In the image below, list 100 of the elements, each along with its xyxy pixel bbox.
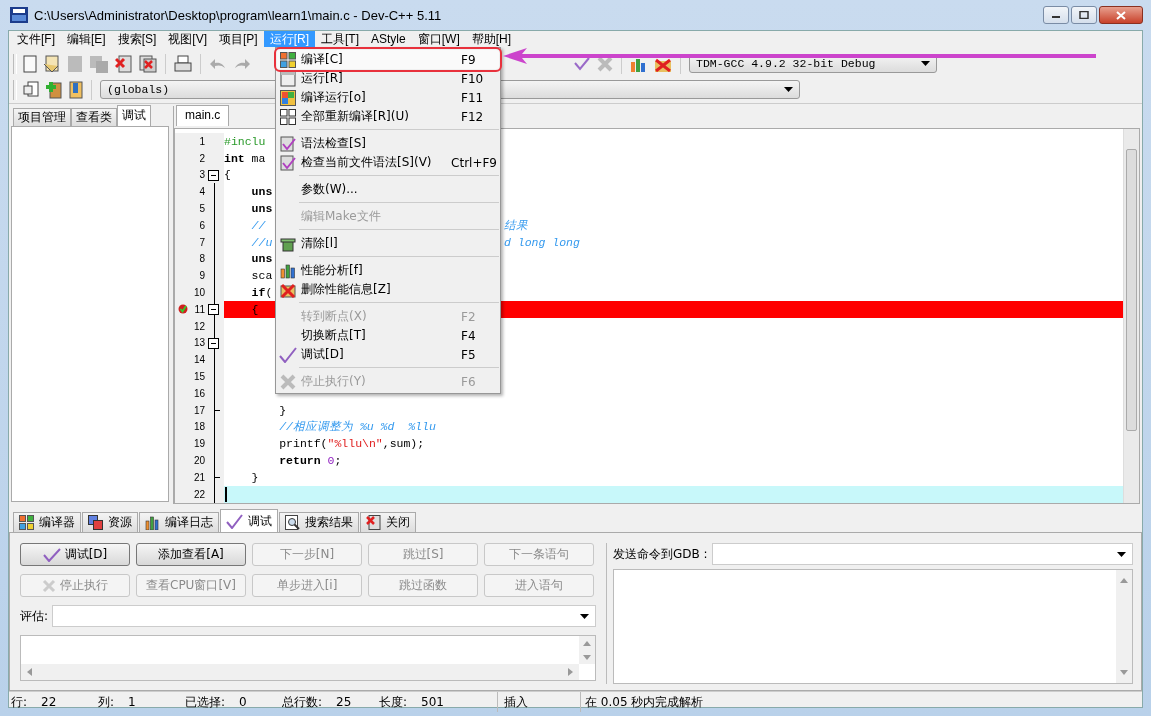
panel-tab[interactable]: 调试: [117, 105, 151, 126]
gdb-command-field[interactable]: [711, 543, 1133, 565]
status-value: 1: [128, 695, 136, 709]
scroll-right-icon[interactable]: [568, 668, 573, 676]
check-icon: [42, 547, 61, 562]
debug-button[interactable]: 添加查看[A]: [136, 543, 246, 566]
menu-item[interactable]: 视图[V]: [162, 31, 213, 47]
panel-tab[interactable]: 调试: [220, 509, 278, 532]
menu-item[interactable]: 窗口[W]: [411, 31, 466, 47]
new-file-icon[interactable]: [23, 54, 37, 73]
book-icon[interactable]: [69, 80, 83, 99]
menu-item[interactable]: 工具[T]: [315, 31, 366, 47]
check-icon: [226, 513, 243, 529]
debug-button[interactable]: 调试[D]: [20, 543, 130, 566]
line-number: 3: [198, 169, 205, 181]
scroll-down-icon[interactable]: [1120, 670, 1128, 675]
menu-item[interactable]: 帮助[H]: [465, 31, 518, 47]
code-text: //: [250, 218, 266, 232]
menu-item[interactable]: AStyle: [365, 31, 412, 47]
stop-icon[interactable]: [597, 55, 613, 72]
panel-tab[interactable]: 查看类: [71, 108, 117, 126]
code-text: #inclu: [224, 134, 266, 148]
fold-marker[interactable]: [208, 303, 219, 315]
menu-item[interactable]: 全部重新编译[R](U) F12: [277, 107, 499, 126]
menu-item[interactable]: 删除性能信息[Z]: [277, 280, 499, 299]
caret-icon: [921, 61, 930, 66]
checked-page-icon: [280, 135, 296, 152]
close-button[interactable]: [1099, 6, 1143, 24]
line-number: 1: [198, 135, 205, 147]
project-icon[interactable]: [23, 80, 39, 99]
add-file-icon[interactable]: [45, 80, 63, 99]
code-text: {: [224, 168, 231, 182]
app-icon: [10, 7, 28, 23]
four-squares-icon: [19, 515, 34, 530]
four-squares-icon: [280, 108, 296, 125]
menu-item[interactable]: 文件[F]: [11, 31, 61, 47]
code-text: int ma: [224, 151, 266, 165]
line-number: 2: [198, 152, 205, 164]
close-file-icon[interactable]: [115, 54, 133, 73]
panel-tab[interactable]: 搜索结果: [279, 512, 359, 532]
panel-tab[interactable]: 项目管理: [13, 108, 71, 126]
code-text: printf("%llu\n",sum);: [278, 437, 425, 451]
scroll-up-icon[interactable]: [583, 640, 591, 646]
status-label: 已选择:: [185, 693, 226, 711]
menu-item[interactable]: 编译[C] F9: [277, 50, 499, 69]
panel-tab[interactable]: 编译器: [13, 512, 81, 532]
panel-tab[interactable]: 编译日志: [139, 512, 219, 532]
code-text: 结果: [504, 217, 528, 233]
panel-tab[interactable]: 资源: [82, 512, 138, 532]
scrollbar[interactable]: [1123, 129, 1139, 503]
fold-marker[interactable]: [208, 169, 219, 181]
menu-item[interactable]: 编译运行[o] F11: [277, 88, 499, 107]
code-text: return 0;: [278, 454, 342, 468]
check-icon[interactable]: [573, 55, 591, 72]
menu-item[interactable]: 调试[D] F5: [277, 345, 499, 364]
status-label: 总行数:: [282, 693, 323, 711]
menu-item[interactable]: 运行[R] F10: [277, 69, 499, 88]
caret-icon: [580, 613, 589, 619]
menu-item[interactable]: 检查当前文件语法[S](V) Ctrl+F9: [277, 153, 499, 172]
status-value: 25: [336, 695, 352, 709]
scroll-down-icon[interactable]: [583, 654, 591, 660]
minimize-button[interactable]: [1043, 6, 1069, 24]
menu-item[interactable]: 切换断点[T] F4: [277, 326, 499, 345]
maximize-button[interactable]: [1071, 6, 1097, 24]
code-text: uns: [250, 252, 273, 266]
breakpoint-icon[interactable]: [178, 304, 188, 315]
menu-item[interactable]: 语法检查[S]: [277, 134, 499, 153]
line-number: 8: [198, 253, 205, 265]
menu-item[interactable]: 性能分析[f]: [277, 261, 499, 280]
line-number: 5: [198, 203, 205, 215]
file-tab[interactable]: main.c: [176, 105, 230, 126]
menu-item[interactable]: 项目[P]: [213, 31, 264, 47]
line-number: 7: [198, 236, 205, 248]
code-text: if(: [250, 286, 273, 300]
panel-tab[interactable]: 关闭: [360, 512, 416, 532]
menu-item[interactable]: 清除[l]: [277, 234, 499, 253]
fold-marker[interactable]: [208, 337, 219, 349]
trash-icon: [280, 235, 296, 252]
gdb-command-label: 发送命令到GDB :: [613, 545, 708, 563]
printer-icon[interactable]: [174, 54, 192, 73]
close-all-icon[interactable]: [139, 54, 157, 73]
status-value: 0: [239, 695, 247, 709]
save-all-icon[interactable]: [89, 54, 109, 73]
menu-item[interactable]: 搜索[S]: [111, 31, 163, 47]
line-number: 22: [192, 488, 205, 500]
line-number: 4: [198, 186, 205, 198]
menu-item[interactable]: 参数(W)...: [277, 180, 499, 199]
menu-item[interactable]: 编辑[E]: [61, 31, 112, 47]
delete-chart-icon: [280, 281, 296, 298]
status-value: 在 0.05 秒内完成解析: [585, 693, 704, 711]
status-value: 插入: [504, 693, 528, 711]
line-number: 19: [192, 438, 205, 450]
code-text: }: [250, 470, 259, 484]
evaluate-field[interactable]: [52, 605, 596, 627]
line-number: 17: [192, 404, 205, 416]
open-file-icon[interactable]: [43, 54, 61, 73]
code-text: sca: [250, 269, 273, 283]
redo-icon[interactable]: [233, 56, 251, 71]
scroll-up-icon[interactable]: [1120, 578, 1128, 583]
scroll-left-icon[interactable]: [27, 668, 32, 676]
